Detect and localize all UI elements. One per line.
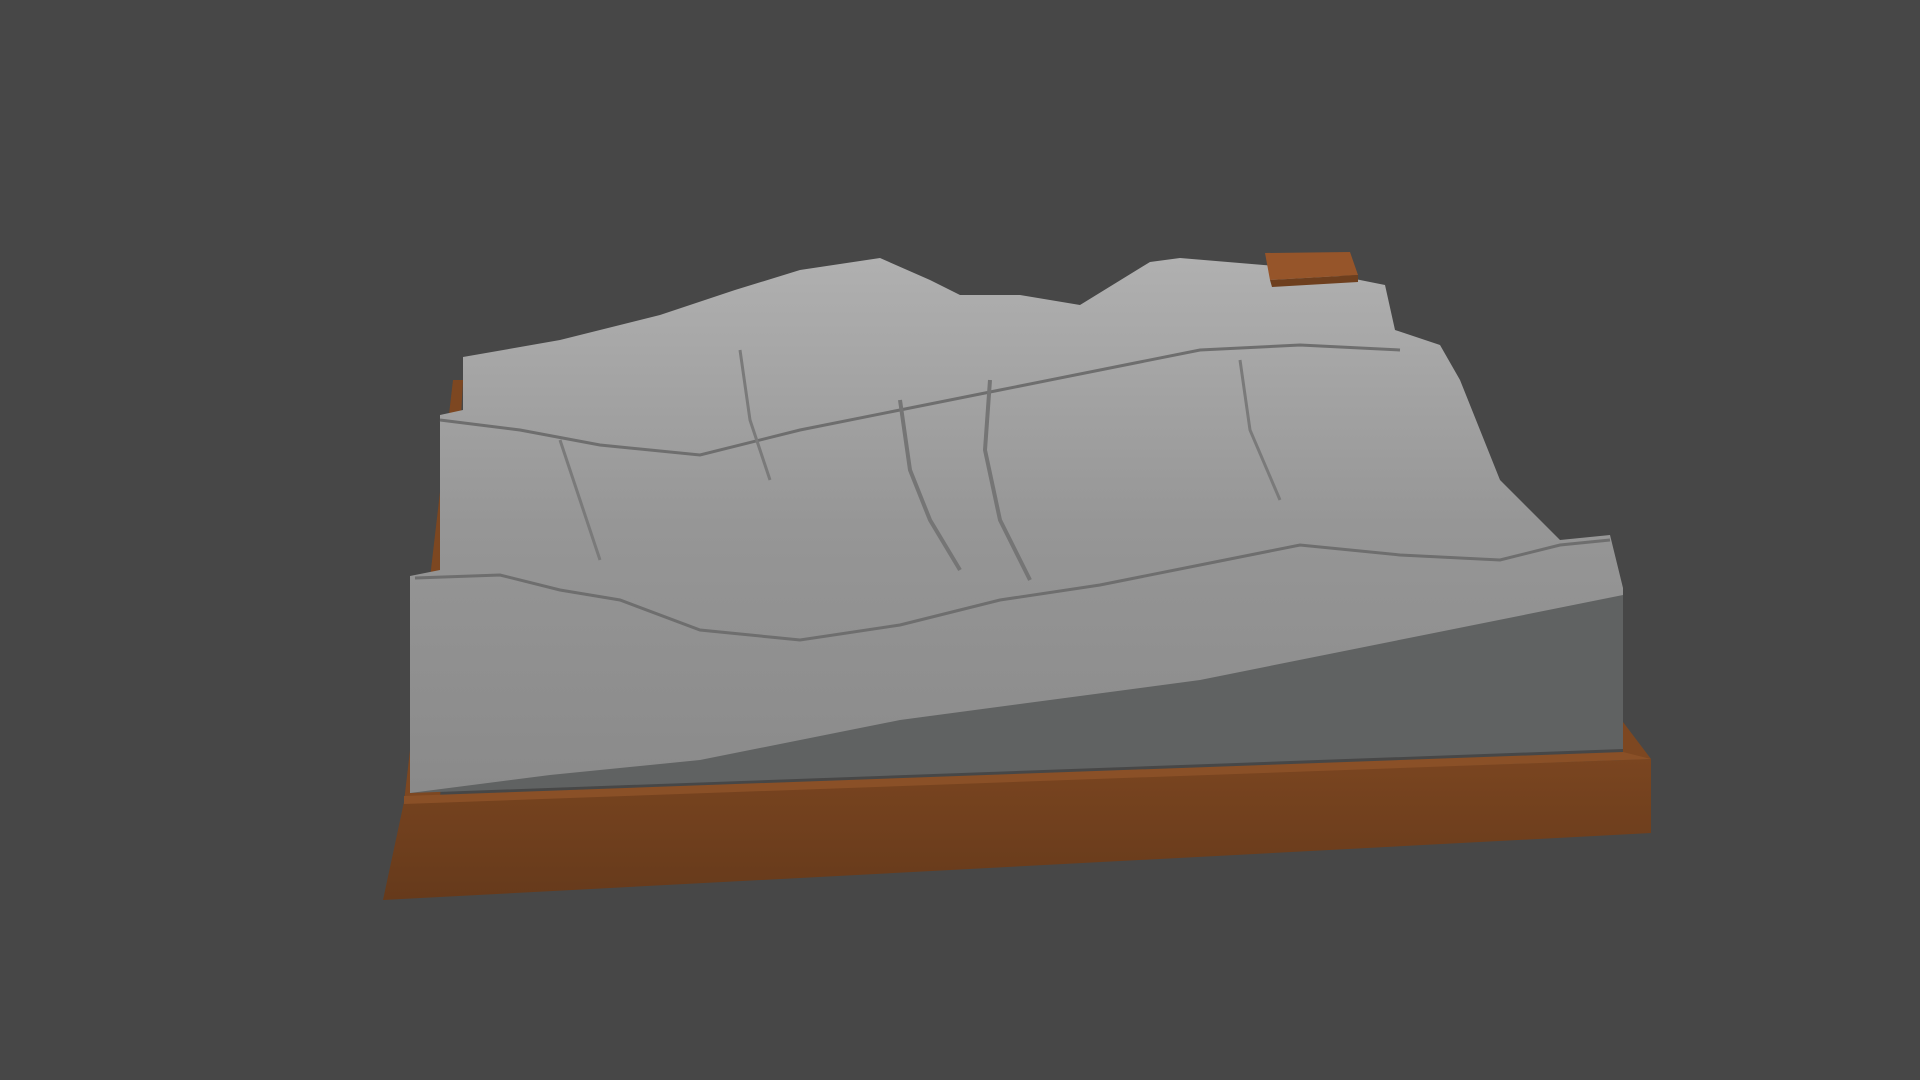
wood-label-plaque (1265, 252, 1358, 287)
viewport-3d[interactable] (0, 0, 1920, 1080)
